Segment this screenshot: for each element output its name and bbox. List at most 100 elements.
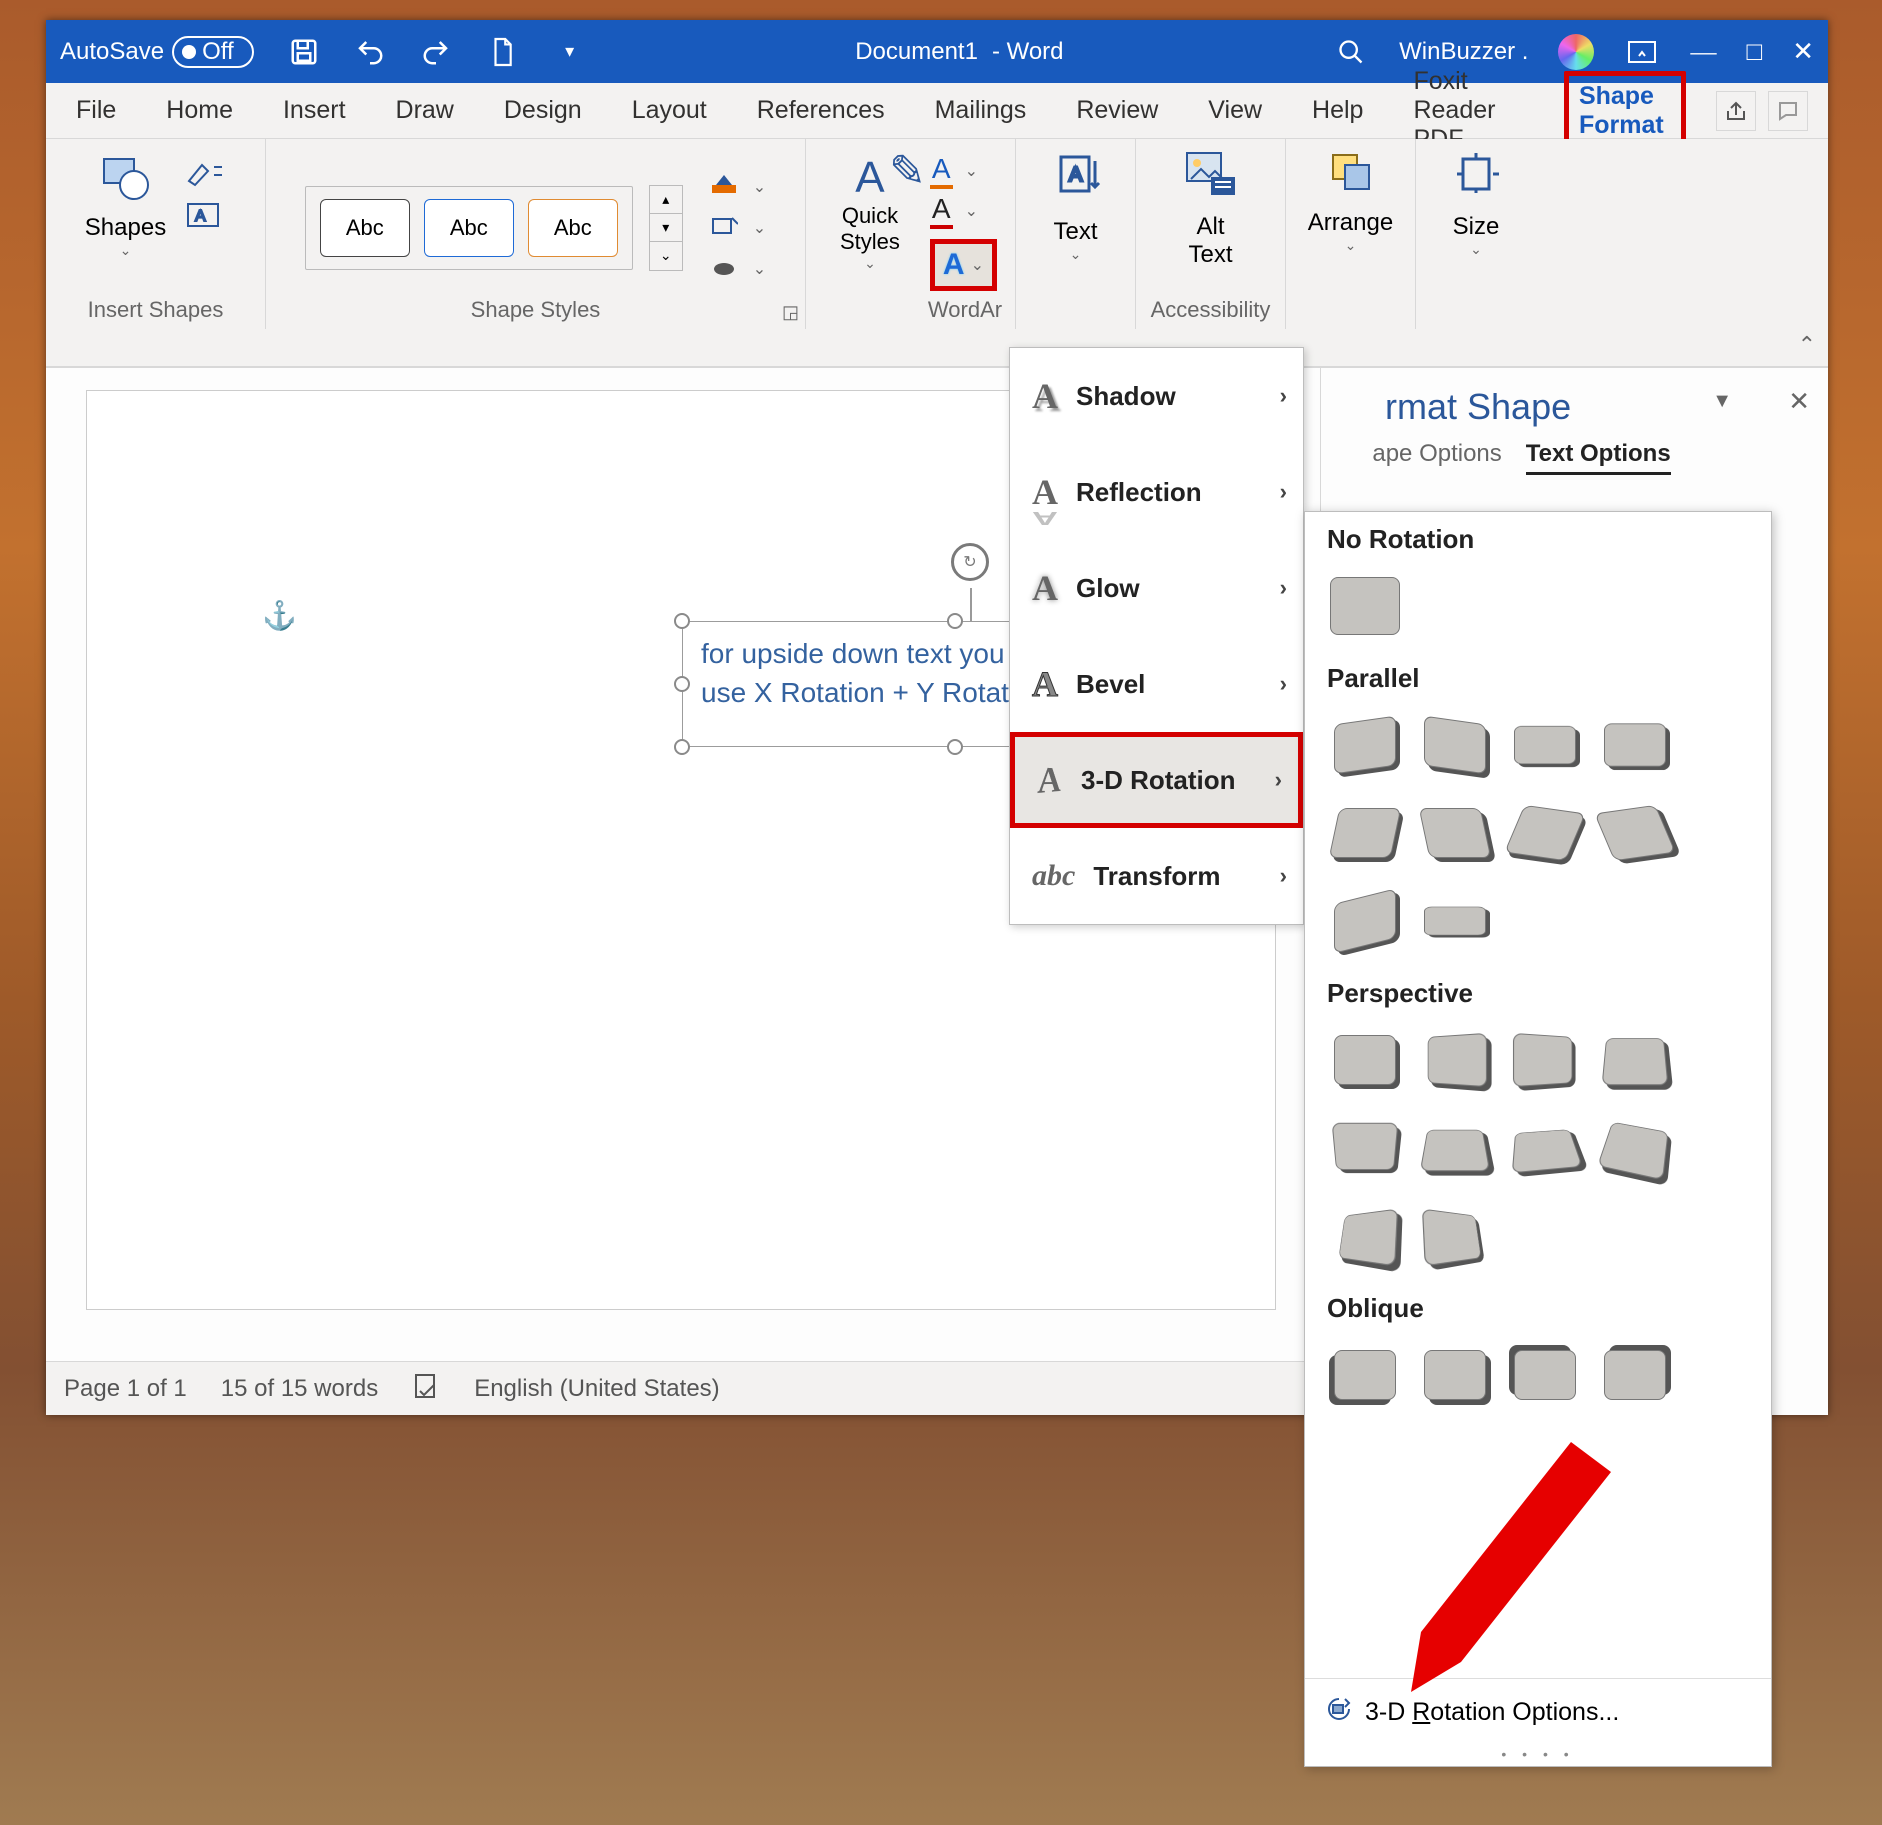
shapes-icon[interactable] <box>85 155 166 210</box>
tab-mailings[interactable]: Mailings <box>925 90 1037 131</box>
tab-view[interactable]: View <box>1198 90 1272 131</box>
pane-dropdown-icon[interactable]: ▼ <box>1712 390 1732 413</box>
pane-tab-text-options[interactable]: Text Options <box>1526 440 1671 475</box>
spellcheck-icon[interactable] <box>412 1371 440 1406</box>
size-icon[interactable] <box>1453 149 1499 207</box>
preset-no-rotation[interactable] <box>1327 569 1403 645</box>
tab-home[interactable]: Home <box>156 90 243 131</box>
minimize-icon[interactable]: — <box>1690 37 1716 67</box>
search-icon[interactable] <box>1333 34 1369 70</box>
size-label[interactable]: Size <box>1453 213 1500 241</box>
preset-oblique-3[interactable] <box>1507 1338 1583 1414</box>
preset-persp-7[interactable] <box>1507 1111 1583 1187</box>
undo-icon[interactable] <box>352 34 388 70</box>
preset-parallel-9[interactable] <box>1327 884 1403 960</box>
shapes-label[interactable]: Shapes <box>85 214 166 242</box>
format-shape-title: Format Shape <box>1321 368 1828 434</box>
style-preset-3[interactable]: Abc <box>528 199 618 257</box>
pane-tab-shape-options[interactable]: Shape Options <box>1343 440 1502 475</box>
preset-parallel-5[interactable] <box>1327 796 1403 872</box>
preset-persp-10[interactable] <box>1417 1199 1493 1275</box>
handle-s[interactable] <box>947 739 963 755</box>
qat-more-icon[interactable]: ▾ <box>550 34 586 70</box>
handle-nw[interactable] <box>674 613 690 629</box>
panel-resize-grip[interactable]: • • • • <box>1305 1746 1771 1766</box>
preset-persp-5[interactable] <box>1327 1111 1403 1187</box>
share-icon[interactable] <box>1716 91 1756 131</box>
preset-parallel-2[interactable] <box>1417 708 1493 784</box>
status-language[interactable]: English (United States) <box>474 1375 719 1403</box>
alt-text-icon[interactable] <box>1183 149 1239 209</box>
shape-fill-button[interactable]: ⌄ <box>709 171 766 202</box>
style-preset-2[interactable]: Abc <box>424 199 514 257</box>
style-preset-1[interactable]: Abc <box>320 199 410 257</box>
group-label-insert-shapes: Insert Shapes <box>46 297 265 323</box>
tab-design[interactable]: Design <box>494 90 592 131</box>
handle-w[interactable] <box>674 676 690 692</box>
tab-help[interactable]: Help <box>1302 90 1373 131</box>
alt-text-label[interactable]: AltText <box>1188 213 1232 269</box>
handle-sw[interactable] <box>674 739 690 755</box>
collapse-ribbon-icon[interactable]: ⌃ <box>1798 332 1816 358</box>
autosave-toggle[interactable]: Off <box>172 36 254 68</box>
svg-text:A: A <box>1069 164 1083 186</box>
rotate-handle-icon[interactable]: ↻ <box>951 543 989 581</box>
preset-oblique-4[interactable] <box>1597 1338 1673 1414</box>
preset-parallel-1[interactable] <box>1327 708 1403 784</box>
tab-references[interactable]: References <box>747 90 895 131</box>
preset-persp-3[interactable] <box>1507 1023 1583 1099</box>
preset-parallel-7[interactable] <box>1507 796 1583 872</box>
quick-styles-button[interactable]: A✎ Quick Styles ⌄ <box>824 153 916 272</box>
handle-n[interactable] <box>947 613 963 629</box>
shape-outline-button[interactable]: ⌄ <box>709 212 766 243</box>
group-arrange: Arrange ⌄ <box>1286 139 1416 329</box>
pane-close-icon[interactable]: ✕ <box>1788 386 1810 417</box>
user-avatar-icon[interactable] <box>1558 34 1594 70</box>
menu-reflection[interactable]: AAReflection› <box>1010 444 1303 540</box>
save-icon[interactable] <box>286 34 322 70</box>
status-words[interactable]: 15 of 15 words <box>221 1375 378 1403</box>
comments-icon[interactable] <box>1768 91 1808 131</box>
textbox-icon[interactable]: A <box>186 202 226 235</box>
arrange-label[interactable]: Arrange <box>1308 209 1393 237</box>
shape-effects-button[interactable]: ⌄ <box>709 253 766 284</box>
close-icon[interactable]: ✕ <box>1792 37 1814 67</box>
preset-oblique-1[interactable] <box>1327 1338 1403 1414</box>
menu-transform[interactable]: abcTransform› <box>1010 828 1303 924</box>
maximize-icon[interactable]: □ <box>1746 37 1762 67</box>
tab-draw[interactable]: Draw <box>386 90 464 131</box>
preset-parallel-10[interactable] <box>1417 884 1493 960</box>
preset-parallel-3[interactable] <box>1507 708 1583 784</box>
preset-persp-2[interactable] <box>1417 1023 1493 1099</box>
preset-persp-9[interactable] <box>1327 1199 1403 1275</box>
text-outline-button[interactable]: A⌄ <box>930 193 997 229</box>
menu-3d-rotation[interactable]: A3-D Rotation› <box>1010 732 1303 828</box>
preset-persp-6[interactable] <box>1417 1111 1493 1187</box>
text-label[interactable]: Text <box>1053 218 1097 246</box>
redo-icon[interactable] <box>418 34 454 70</box>
arrange-icon[interactable] <box>1327 149 1375 203</box>
text-effects-button[interactable]: A⌄ <box>930 239 997 291</box>
ribbon-display-icon[interactable] <box>1624 34 1660 70</box>
menu-bevel[interactable]: ABevel› <box>1010 636 1303 732</box>
preset-parallel-6[interactable] <box>1417 796 1493 872</box>
menu-shadow[interactable]: AShadow› <box>1010 348 1303 444</box>
tab-file[interactable]: File <box>66 90 126 131</box>
text-fill-button[interactable]: A⌄ <box>930 153 997 189</box>
rotation-options-link[interactable]: 3-D Rotation Options... <box>1305 1678 1771 1746</box>
preset-oblique-2[interactable] <box>1417 1338 1493 1414</box>
menu-glow[interactable]: AGlow› <box>1010 540 1303 636</box>
preset-persp-4[interactable] <box>1597 1023 1673 1099</box>
new-doc-icon[interactable] <box>484 34 520 70</box>
preset-parallel-4[interactable] <box>1597 708 1673 784</box>
tab-layout[interactable]: Layout <box>622 90 717 131</box>
status-page[interactable]: Page 1 of 1 <box>64 1375 187 1403</box>
preset-persp-8[interactable] <box>1597 1111 1673 1187</box>
tab-review[interactable]: Review <box>1066 90 1168 131</box>
preset-parallel-8[interactable] <box>1597 796 1673 872</box>
edit-shape-icon[interactable] <box>186 161 226 192</box>
preset-persp-1[interactable] <box>1327 1023 1403 1099</box>
tab-insert[interactable]: Insert <box>273 90 356 131</box>
style-gallery-arrows[interactable]: ▴▾⌄ <box>649 185 683 271</box>
text-direction-icon[interactable]: A <box>1051 149 1101 210</box>
